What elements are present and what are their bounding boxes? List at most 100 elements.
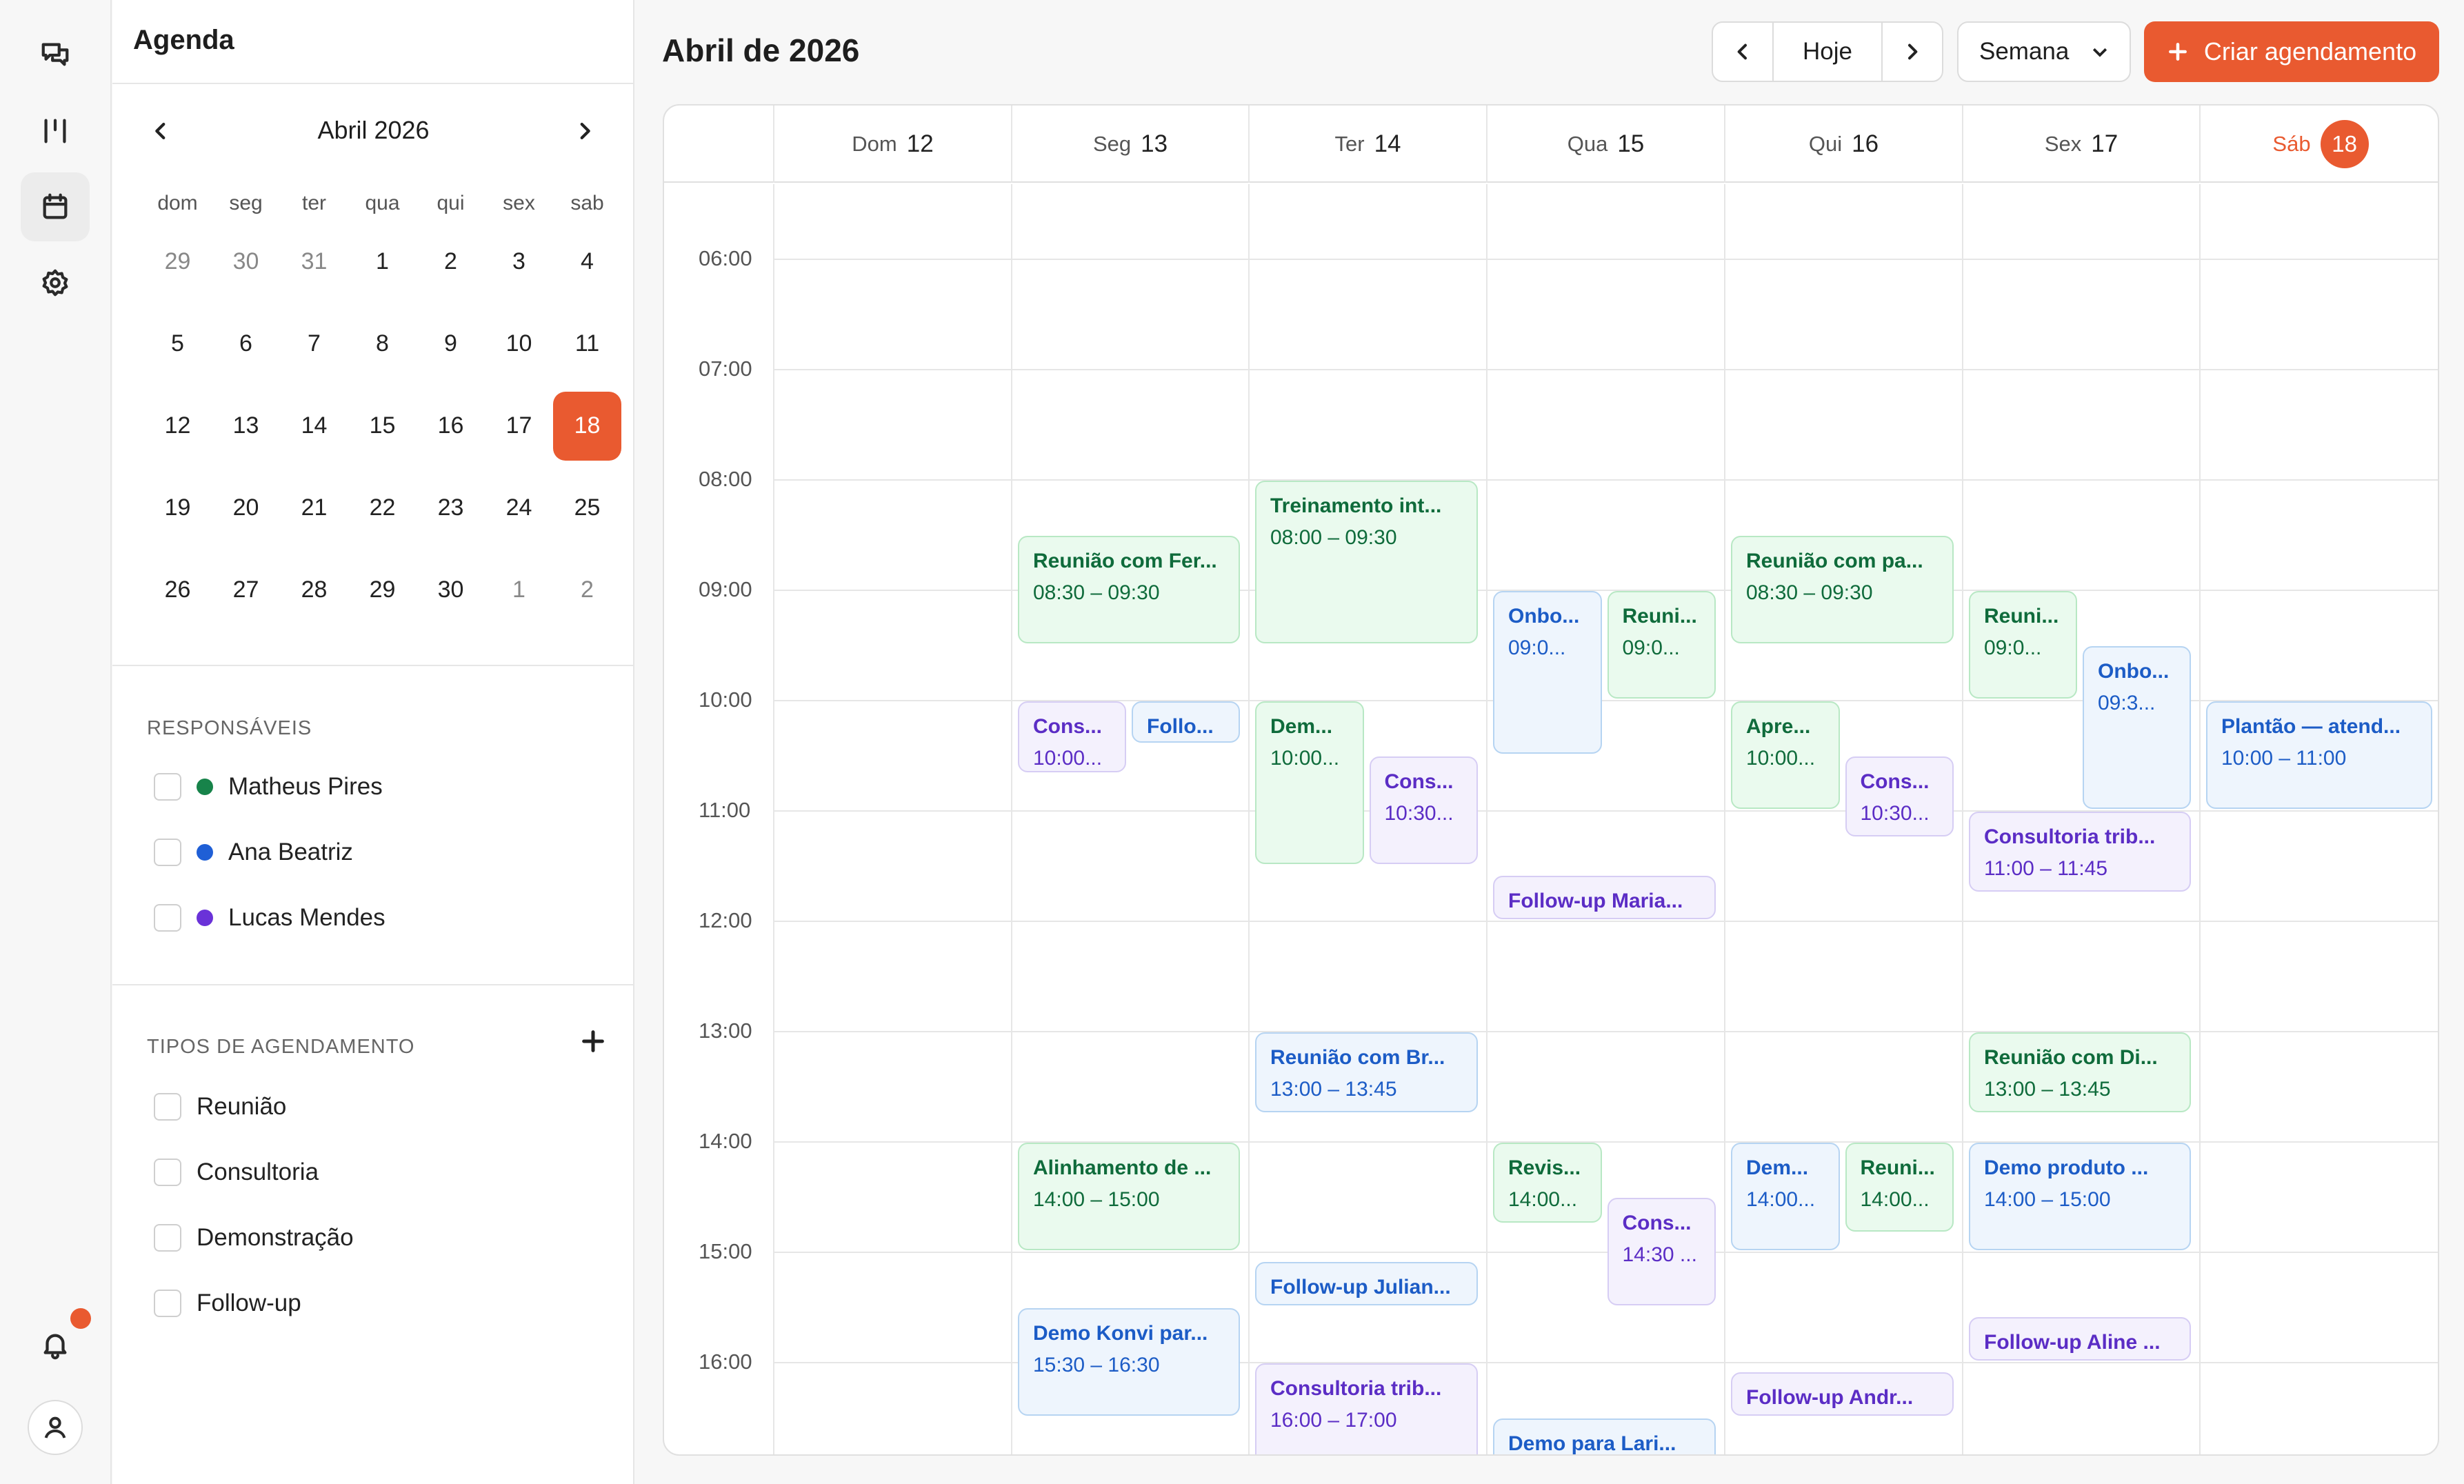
- mini-calendar-day[interactable]: 6: [212, 303, 280, 385]
- event-card[interactable]: Plantão — atend... 10:00 – 11:00: [2206, 701, 2432, 809]
- day-header[interactable]: Qui 16: [1724, 106, 1962, 183]
- event-card[interactable]: Dem... 14:00...: [1731, 1143, 1840, 1250]
- event-card[interactable]: Follow-up Aline ...: [1969, 1316, 2191, 1361]
- kanban-nav-button[interactable]: [21, 97, 90, 166]
- event-card[interactable]: Reunião com Di... 13:00 – 13:45: [1969, 1032, 2191, 1112]
- event-card[interactable]: Reuni... 09:0...: [1607, 591, 1716, 699]
- mini-calendar-day[interactable]: 18: [553, 385, 621, 467]
- event-card[interactable]: Follow-up Maria...: [1493, 875, 1716, 919]
- prev-week-button[interactable]: [1713, 23, 1774, 81]
- event-card[interactable]: Consultoria trib... 11:00 – 11:45: [1969, 812, 2191, 892]
- checkbox[interactable]: [154, 1159, 181, 1186]
- calendar-nav-button[interactable]: [21, 172, 90, 241]
- mini-calendar-day[interactable]: 17: [485, 385, 553, 467]
- event-card[interactable]: Cons... 14:30 ...: [1607, 1198, 1716, 1305]
- mini-calendar-day[interactable]: 4: [553, 221, 621, 303]
- mini-calendar-day[interactable]: 8: [348, 303, 417, 385]
- day-header[interactable]: Ter 14: [1248, 106, 1486, 183]
- create-appointment-button[interactable]: Criar agendamento: [2144, 21, 2439, 82]
- mini-calendar-day[interactable]: 19: [143, 467, 212, 549]
- event-card[interactable]: Follow-up Andr...: [1731, 1372, 1954, 1416]
- event-card[interactable]: Cons... 10:30...: [1369, 756, 1478, 864]
- next-week-button[interactable]: [1881, 23, 1942, 81]
- mini-calendar-day[interactable]: 27: [212, 549, 280, 631]
- checkbox[interactable]: [154, 1290, 181, 1317]
- mini-calendar-day[interactable]: 1: [348, 221, 417, 303]
- tipo-filter[interactable]: Consultoria: [154, 1155, 319, 1190]
- event-card[interactable]: Demo para Lari...16:30 – 17:30: [1493, 1418, 1716, 1454]
- tipo-filter[interactable]: Follow-up: [154, 1286, 301, 1321]
- event-card[interactable]: Cons... 10:30...: [1845, 756, 1954, 836]
- mini-calendar-day[interactable]: 21: [280, 467, 348, 549]
- event-card[interactable]: Treinamento int... 08:00 – 09:30: [1255, 481, 1478, 643]
- day-header[interactable]: Sex 17: [1962, 106, 2199, 183]
- mini-calendar-day[interactable]: 13: [212, 385, 280, 467]
- mini-calendar-day[interactable]: 29: [348, 549, 417, 631]
- mini-calendar-day[interactable]: 22: [348, 467, 417, 549]
- event-card[interactable]: Onbo... 09:3...: [2083, 646, 2191, 809]
- event-card[interactable]: Reuni... 14:00...: [1845, 1143, 1954, 1232]
- mini-next-month-button[interactable]: [564, 110, 605, 152]
- tipo-filter[interactable]: Reunião: [154, 1090, 286, 1124]
- mini-calendar-day[interactable]: 30: [417, 549, 485, 631]
- mini-calendar-day[interactable]: 16: [417, 385, 485, 467]
- mini-calendar-day[interactable]: 20: [212, 467, 280, 549]
- mini-calendar-day[interactable]: 5: [143, 303, 212, 385]
- mini-calendar-day[interactable]: 25: [553, 467, 621, 549]
- checkbox[interactable]: [154, 1093, 181, 1121]
- mini-calendar-day[interactable]: 30: [212, 221, 280, 303]
- event-card[interactable]: Dem... 10:00...: [1255, 701, 1364, 864]
- day-header[interactable]: Seg 13: [1011, 106, 1248, 183]
- mini-calendar-day[interactable]: 7: [280, 303, 348, 385]
- responsavel-filter[interactable]: Matheus Pires: [154, 770, 383, 804]
- checkbox[interactable]: [154, 1224, 181, 1252]
- day-header[interactable]: Sáb 18: [2199, 106, 2438, 183]
- today-button[interactable]: Hoje: [1774, 23, 1881, 81]
- mini-calendar-day[interactable]: 3: [485, 221, 553, 303]
- event-card[interactable]: Reunião com Fer... 08:30 – 09:30: [1018, 536, 1240, 643]
- event-card[interactable]: Reuni... 09:0...: [1969, 591, 2077, 699]
- event-card[interactable]: Onbo... 09:0...: [1493, 591, 1602, 754]
- chat-nav-button[interactable]: [21, 21, 90, 90]
- event-card[interactable]: Cons... 10:00...: [1018, 701, 1126, 773]
- event-card[interactable]: Alinhamento de ... 14:00 – 15:00: [1018, 1143, 1240, 1250]
- event-card[interactable]: Demo produto ... 14:00 – 15:00: [1969, 1143, 2191, 1250]
- mini-calendar-day[interactable]: 12: [143, 385, 212, 467]
- add-tipo-button[interactable]: [579, 1027, 607, 1055]
- mini-calendar-day[interactable]: 2: [417, 221, 485, 303]
- mini-calendar-day[interactable]: 28: [280, 549, 348, 631]
- event-card[interactable]: Follow-up Julian...: [1255, 1261, 1478, 1305]
- tipo-filter[interactable]: Demonstração: [154, 1221, 354, 1255]
- mini-day-number: 13: [232, 412, 259, 439]
- settings-nav-button[interactable]: [21, 248, 90, 317]
- checkbox[interactable]: [154, 839, 181, 866]
- view-select[interactable]: Semana: [1957, 21, 2131, 82]
- responsavel-filter[interactable]: Lucas Mendes: [154, 901, 385, 935]
- mini-calendar-day[interactable]: 9: [417, 303, 485, 385]
- event-card[interactable]: Demo Konvi par... 15:30 – 16:30: [1018, 1308, 1240, 1416]
- mini-calendar-day[interactable]: 2: [553, 549, 621, 631]
- checkbox[interactable]: [154, 773, 181, 801]
- mini-calendar-day[interactable]: 24: [485, 467, 553, 549]
- mini-calendar-day[interactable]: 10: [485, 303, 553, 385]
- mini-calendar-day[interactable]: 11: [553, 303, 621, 385]
- event-card[interactable]: Reunião com Br... 13:00 – 13:45: [1255, 1032, 1478, 1112]
- mini-calendar-day[interactable]: 14: [280, 385, 348, 467]
- mini-calendar-day[interactable]: 29: [143, 221, 212, 303]
- mini-calendar-day[interactable]: 15: [348, 385, 417, 467]
- day-header[interactable]: Dom 12: [773, 106, 1011, 183]
- mini-calendar-day[interactable]: 23: [417, 467, 485, 549]
- day-header[interactable]: Qua 15: [1486, 106, 1724, 183]
- calendar-icon: [43, 193, 68, 219]
- user-avatar-button[interactable]: [28, 1400, 83, 1455]
- event-card[interactable]: Apre... 10:00...: [1731, 701, 1840, 809]
- checkbox[interactable]: [154, 904, 181, 932]
- event-card[interactable]: Consultoria trib... 16:00 – 17:00: [1255, 1363, 1478, 1454]
- event-card[interactable]: Reunião com pa... 08:30 – 09:30: [1731, 536, 1954, 643]
- mini-calendar-day[interactable]: 31: [280, 221, 348, 303]
- event-card[interactable]: Follo...: [1132, 701, 1240, 743]
- event-card[interactable]: Revis... 14:00...: [1493, 1143, 1602, 1223]
- mini-calendar-day[interactable]: 1: [485, 549, 553, 631]
- responsavel-filter[interactable]: Ana Beatriz: [154, 835, 353, 870]
- mini-calendar-day[interactable]: 26: [143, 549, 212, 631]
